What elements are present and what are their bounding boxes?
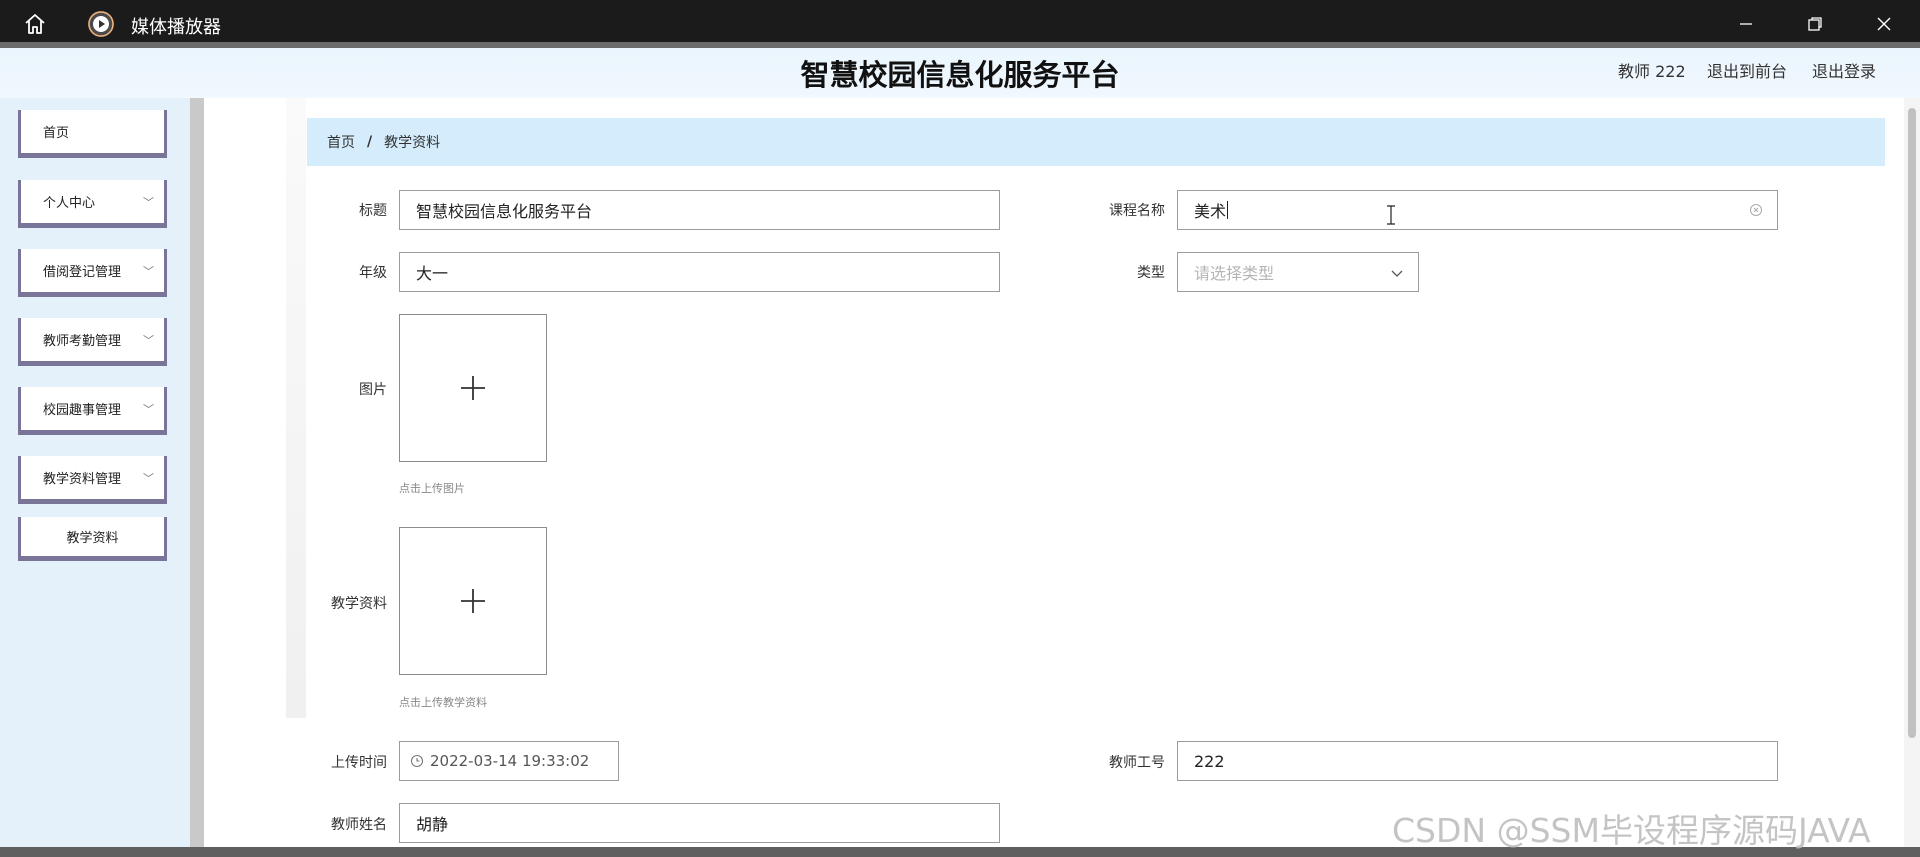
home-icon[interactable] [14,0,56,48]
sidebar-item-campus-news-management[interactable]: 校园趣事管理 ﹀ [18,387,167,435]
course-name-value: 美术 [1194,202,1227,221]
image-label: 图片 [359,382,387,398]
chevron-down-icon: ﹀ [143,334,154,347]
grade-value: 大一 [416,264,449,283]
teacher-name-input[interactable]: 胡静 [399,803,1000,843]
breadcrumb: 首页 / 教学资料 [307,118,1885,166]
image-upload-box[interactable] [399,314,547,462]
logout-link[interactable]: 退出登录 [1812,58,1876,82]
breadcrumb-current: 教学资料 [384,135,441,151]
grade-input[interactable]: 大一 [399,252,1000,292]
type-select[interactable]: 请选择类型 [1177,252,1419,292]
close-icon[interactable] [1864,0,1904,48]
sidebar-item-attendance-management[interactable]: 教师考勤管理 ﹀ [18,318,167,366]
exit-to-front-link[interactable]: 退出到前台 [1707,58,1787,82]
breadcrumb-separator: / [367,134,373,150]
play-icon [88,11,114,37]
title-value: 智慧校园信息化服务平台 [416,202,593,221]
window-title-bar: 媒体播放器 [0,0,1920,48]
app-title: 媒体播放器 [131,17,221,38]
sidebar-item-home[interactable]: 首页 [18,110,167,158]
scrollbar-thumb[interactable] [1908,108,1916,738]
chevron-down-icon: ﹀ [143,403,154,416]
grade-label: 年级 [359,265,387,281]
type-label: 类型 [1137,265,1165,281]
clear-icon[interactable] [1749,202,1763,221]
sidebar-item-label: 校园趣事管理 [43,403,122,418]
course-name-input[interactable]: 美术 [1177,190,1778,230]
restore-icon[interactable] [1795,0,1835,48]
sidebar-scrollbar[interactable] [190,98,204,857]
sidebar-item-teaching-material-management[interactable]: 教学资料管理 ﹀ [18,456,167,504]
clock-icon [410,754,424,768]
image-upload-hint: 点击上传图片 [399,482,465,495]
sidebar-item-label: 教学资料管理 [43,472,122,487]
minimize-icon[interactable] [1726,0,1766,48]
text-caret [1227,201,1229,219]
upload-time-picker[interactable]: 2022-03-14 19:33:02 [399,741,619,781]
watermark: CSDN @SSM毕设程序源码JAVA [1392,811,1871,850]
chevron-down-icon: ﹀ [143,472,154,485]
title-input[interactable]: 智慧校园信息化服务平台 [399,190,1000,230]
teacher-name-value: 胡静 [416,815,449,834]
type-placeholder: 请选择类型 [1194,264,1275,283]
teacher-id-input[interactable]: 222 [1177,741,1778,781]
sidebar-subitem-teaching-material[interactable]: 教学资料 [18,517,167,561]
sidebar-item-label: 教学资料 [66,531,119,546]
chevron-down-icon [1390,265,1404,284]
sidebar-item-borrow-management[interactable]: 借阅登记管理 ﹀ [18,249,167,297]
material-label: 教学资料 [331,596,387,612]
breadcrumb-home[interactable]: 首页 [327,132,355,152]
sidebar-item-label: 借阅登记管理 [43,265,122,280]
upload-time-value: 2022-03-14 19:33:02 [430,752,590,770]
plus-icon [461,376,485,400]
sidebar-item-label: 首页 [43,126,70,141]
plus-icon [461,589,485,613]
course-name-label: 课程名称 [1109,203,1165,219]
title-label: 标题 [359,203,387,219]
background-decoration [286,98,306,718]
teacher-name-label: 教师姓名 [331,817,387,833]
upload-time-label: 上传时间 [331,755,387,771]
site-header: 智慧校园信息化服务平台 教师 222 退出到前台 退出登录 [0,48,1920,98]
sidebar-item-personal-center[interactable]: 个人中心 ﹀ [18,180,167,228]
chevron-down-icon: ﹀ [143,196,154,209]
current-user: 教师 222 [1618,62,1686,81]
material-upload-box[interactable] [399,527,547,675]
material-upload-hint: 点击上传教学资料 [399,696,487,709]
sidebar-item-label: 教师考勤管理 [43,334,122,349]
sidebar-item-label: 个人中心 [43,196,96,211]
main-scrollbar[interactable] [1904,98,1920,857]
teacher-id-value: 222 [1194,751,1225,771]
teacher-id-label: 教师工号 [1109,755,1165,771]
chevron-down-icon: ﹀ [143,265,154,278]
text-cursor-icon [1386,205,1396,229]
